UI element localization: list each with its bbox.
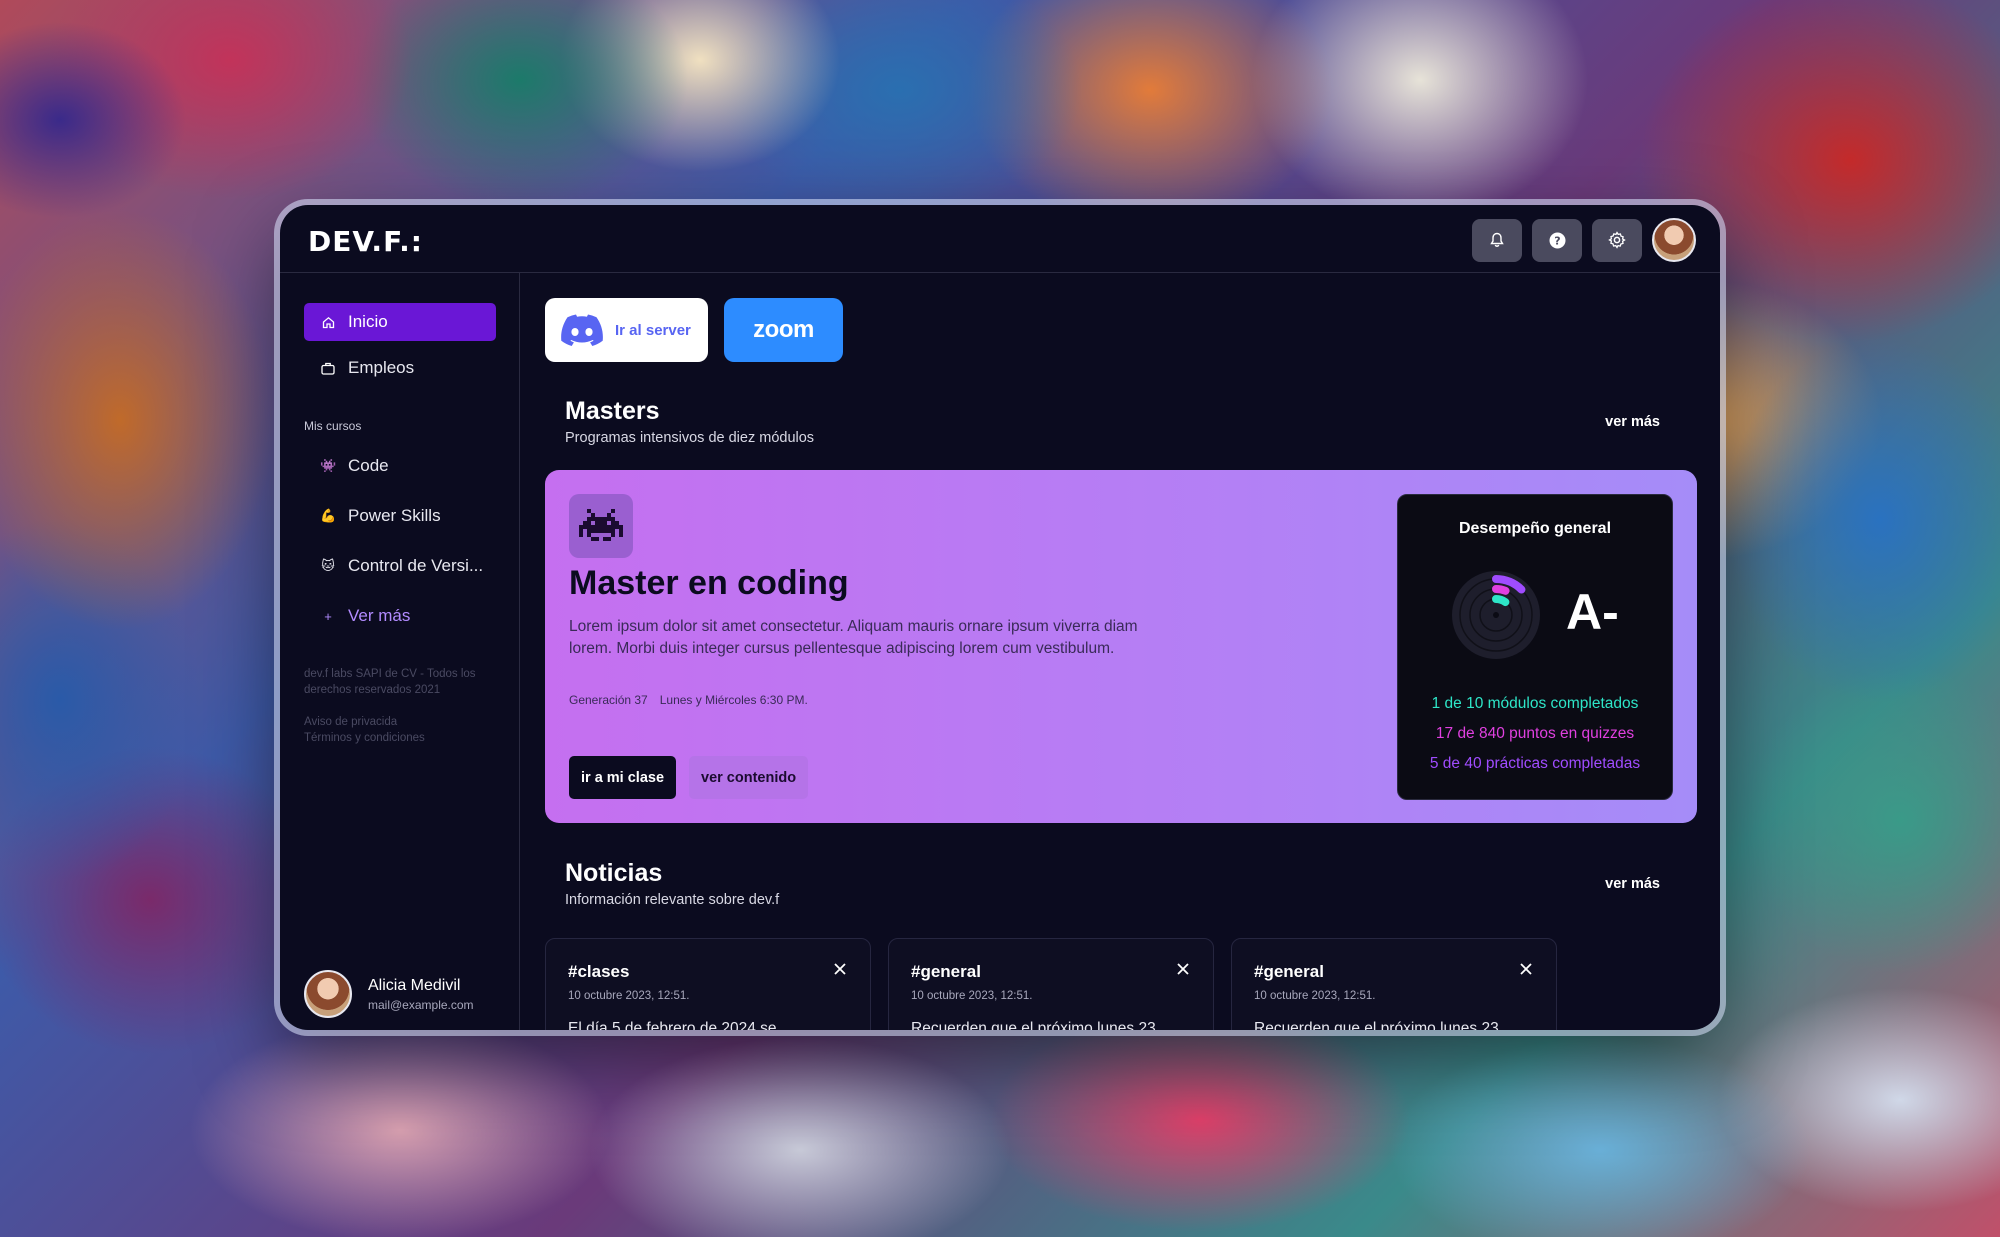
top-bar: DEV.F.: ?: [280, 205, 1720, 273]
news-card[interactable]: #clases 10 octubre 2023, 12:51. El día 5…: [545, 938, 871, 1030]
zoom-button[interactable]: zoom: [724, 298, 843, 362]
news-subtitle: Información relevante sobre dev.f: [565, 892, 780, 908]
performance-grade: A-: [1566, 584, 1619, 640]
masters-subtitle: Programas intensivos de diez módulos: [565, 430, 815, 446]
performance-title: Desempeño general: [1458, 520, 1612, 537]
close-icon[interactable]: [832, 961, 848, 977]
close-icon[interactable]: [1175, 961, 1191, 977]
sidebar-course-power-skills[interactable]: 💪 Power Skills: [304, 497, 496, 535]
zoom-logo: zoom: [753, 316, 814, 343]
terms-link[interactable]: Términos y condiciones: [304, 730, 494, 746]
close-icon[interactable]: [1518, 961, 1534, 977]
help-icon: ?: [1549, 232, 1565, 248]
profile-avatar[interactable]: [1652, 218, 1696, 262]
quizzes-progress-arc: [1492, 585, 1510, 595]
master-course-meta: Generación 37 Lunes y Miércoles 6:30 PM.: [569, 693, 808, 707]
sidebar-course-code[interactable]: 👾 Code: [304, 447, 496, 485]
news-date: 10 octubre 2023, 12:51.: [568, 990, 690, 1002]
news-date: 10 octubre 2023, 12:51.: [911, 990, 1033, 1002]
news-card[interactable]: #general 10 octubre 2023, 12:51. Recuerd…: [888, 938, 1214, 1030]
notifications-button[interactable]: [1472, 218, 1522, 262]
copyright-text: dev.f labs SAPI de CV - Todos los derech…: [304, 668, 476, 696]
sidebar-item-empleos[interactable]: Empleos: [304, 349, 496, 387]
news-title: Noticias: [565, 859, 663, 887]
master-course-card: Master en coding Lorem ipsum dolor sit a…: [545, 470, 1697, 823]
main-content: Ir al server zoom Masters Programas inte…: [521, 273, 1720, 1030]
cat-icon: 🐱: [321, 558, 335, 573]
quizzes-progress-text: 17 de 840 puntos en quizzes: [1435, 725, 1635, 742]
privacy-link[interactable]: Aviso de privacida: [304, 714, 494, 730]
news-text: El día 5 de febrero de 2024 se: [568, 1020, 777, 1030]
masters-see-more-link[interactable]: ver más: [1605, 414, 1660, 430]
help-button[interactable]: ?: [1532, 218, 1582, 262]
sidebar-item-label: Code: [348, 456, 389, 475]
master-course-description: Lorem ipsum dolor sit amet consectetur. …: [569, 618, 1138, 657]
home-icon: [320, 314, 336, 330]
schedule-label: Lunes y Miércoles 6:30 PM.: [659, 693, 808, 707]
practices-progress-text: 5 de 40 prácticas completadas: [1429, 755, 1641, 772]
briefcase-icon: [320, 360, 336, 376]
devf-logo[interactable]: DEV.F.:: [308, 225, 423, 258]
settings-button[interactable]: [1592, 218, 1642, 262]
top-actions: ?: [1472, 218, 1696, 262]
view-content-button[interactable]: ver contenido: [689, 756, 809, 799]
sidebar: Inicio Empleos Mis cursos 👾 Code 💪 Power…: [280, 273, 520, 1030]
modules-progress-arc: [1492, 595, 1510, 607]
space-invader-icon: [569, 494, 633, 558]
news-tag: #general: [911, 962, 981, 981]
news-text: Recuerden que el próximo lunes 23: [1254, 1020, 1499, 1030]
plus-icon: +: [324, 608, 332, 624]
discord-icon: [561, 314, 603, 346]
sidebar-item-label: Control de Versi...: [348, 556, 484, 575]
sidebar-item-label: Inicio: [348, 312, 388, 331]
masters-title: Masters: [565, 397, 660, 425]
news-see-more-link[interactable]: ver más: [1605, 876, 1660, 892]
bell-icon: [1490, 232, 1504, 247]
go-to-class-button[interactable]: ir a mi clase: [569, 756, 677, 799]
sidebar-ver-mas[interactable]: + Ver más: [304, 597, 496, 635]
discord-server-button[interactable]: Ir al server: [545, 298, 708, 362]
news-date: 10 octubre 2023, 12:51.: [1254, 990, 1376, 1002]
avatar: [304, 970, 352, 1018]
discord-button-label: Ir al server: [615, 321, 691, 339]
sidebar-item-label: Empleos: [348, 358, 415, 377]
svg-text:?: ?: [1554, 234, 1560, 247]
app-window: DEV.F.: ? Inicio Empleos Mis cursos 👾 Co…: [280, 205, 1720, 1030]
performance-panel: Desempeño general A- 1 de 10 módulos com…: [1397, 494, 1673, 800]
sidebar-item-inicio[interactable]: Inicio: [304, 303, 496, 341]
user-profile[interactable]: Alicia Medivil mail@example.com: [304, 970, 474, 1018]
master-course-title: Master en coding: [569, 564, 849, 602]
modules-progress-text: 1 de 10 módulos completados: [1431, 695, 1639, 712]
sidebar-course-control-versiones[interactable]: 🐱 Control de Versi...: [304, 547, 496, 585]
user-email: mail@example.com: [368, 997, 474, 1012]
news-tag: #general: [1254, 962, 1324, 981]
news-tag: #clases: [568, 962, 630, 981]
generation-label: Generación 37: [569, 693, 648, 707]
user-name: Alicia Medivil: [368, 976, 461, 994]
space-invader-icon: 👾: [320, 458, 337, 473]
news-card[interactable]: #general 10 octubre 2023, 12:51. Recuerd…: [1231, 938, 1557, 1030]
courses-section-label: Mis cursos: [304, 419, 362, 433]
performance-ring-chart: [1452, 571, 1540, 659]
sidebar-item-label: Power Skills: [348, 506, 441, 525]
news-text: Recuerden que el próximo lunes 23: [911, 1020, 1156, 1030]
flexed-arm-icon: 💪: [320, 508, 337, 523]
sidebar-item-label: Ver más: [348, 606, 411, 625]
gear-icon: [1608, 231, 1626, 249]
